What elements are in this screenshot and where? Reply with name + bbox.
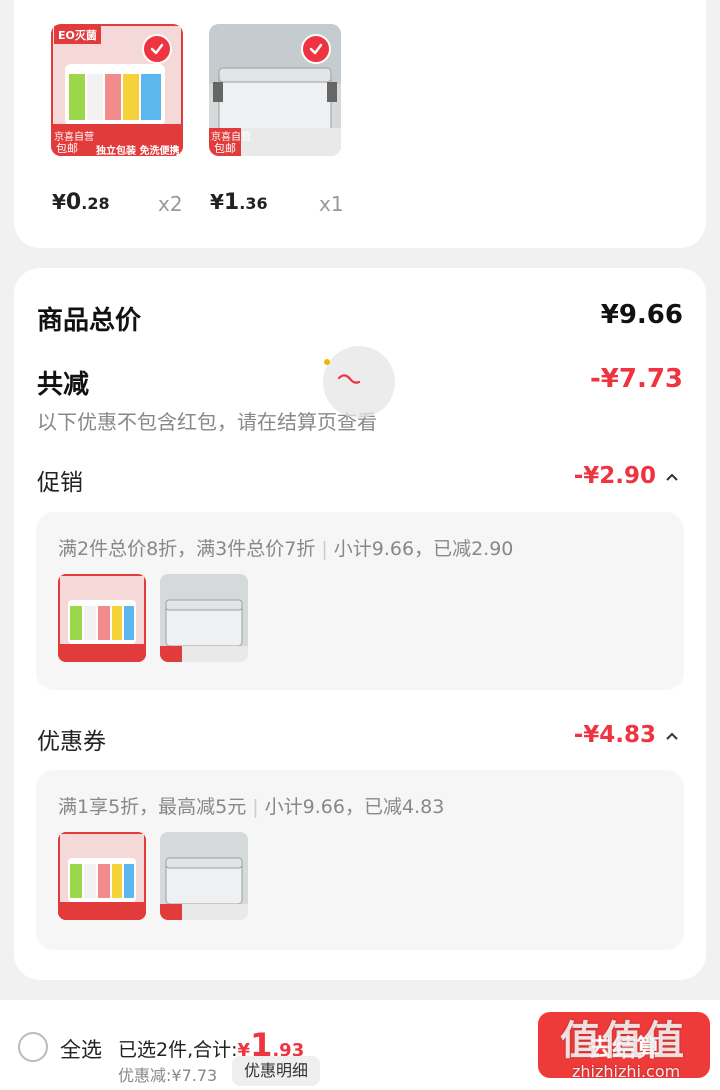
cart-items-card: EO灭菌 京喜自营 包邮 独立包装 免洗便携 ¥0.28 x2 京喜自营 包邮 … [14, 0, 706, 248]
total-reduce-value: -¥7.73 [589, 364, 683, 394]
coupon-amount[interactable]: -¥4.83 [574, 722, 656, 748]
promotion-amount[interactable]: -¥2.90 [574, 463, 656, 489]
total-price-value: ¥9.66 [600, 300, 683, 330]
product-price: ¥0.28 [52, 190, 110, 215]
promo-product-image [160, 574, 248, 662]
coupon-label: 优惠券 [37, 729, 106, 755]
discount-detail-button[interactable]: 优惠明细 [232, 1056, 321, 1086]
coupon-rule: 满1享5折，最高减5元 | 小计9.66，已减4.83 [58, 796, 445, 818]
select-all-label[interactable]: 全选 [60, 1034, 102, 1064]
chevron-up-icon[interactable] [666, 472, 678, 484]
select-all-radio[interactable] [18, 1032, 48, 1062]
brand-tag: EO灭菌 [54, 26, 101, 44]
badge-bottom: 包邮 [214, 142, 236, 155]
coupon-detail-card: 满1享5折，最高减5元 | 小计9.66，已减4.83 [36, 770, 684, 950]
checked-icon[interactable] [301, 34, 331, 64]
product-qty: x1 [319, 192, 344, 216]
watermark-url: zhizhizhi.com [572, 1062, 681, 1081]
total-reduce-label: 共减 [37, 370, 90, 400]
promotion-rule: 满2件总价8折，满3件总价7折 | 小计9.66，已减2.90 [58, 538, 514, 560]
product-price: ¥1.36 [210, 190, 268, 215]
promotion-label: 促销 [37, 470, 83, 496]
watermark-logo: 值值值 [560, 1018, 686, 1064]
promo-product-image [58, 574, 146, 662]
checked-icon[interactable] [142, 34, 172, 64]
product-qty: x2 [158, 192, 183, 216]
discount-text: 优惠减:¥7.73 [118, 1066, 218, 1085]
badge-bottom: 包邮 [56, 142, 78, 155]
coupon-product-image [58, 832, 146, 920]
loading-spinner-icon [323, 346, 395, 418]
coupon-product-image [160, 832, 248, 920]
product-banner: 独立包装 免洗便携 [96, 146, 180, 157]
chevron-up-icon[interactable] [666, 731, 678, 743]
total-price-label: 商品总价 [37, 306, 142, 336]
promotion-detail-card: 满2件总价8折，满3件总价7折 | 小计9.66，已减2.90 [36, 512, 684, 690]
